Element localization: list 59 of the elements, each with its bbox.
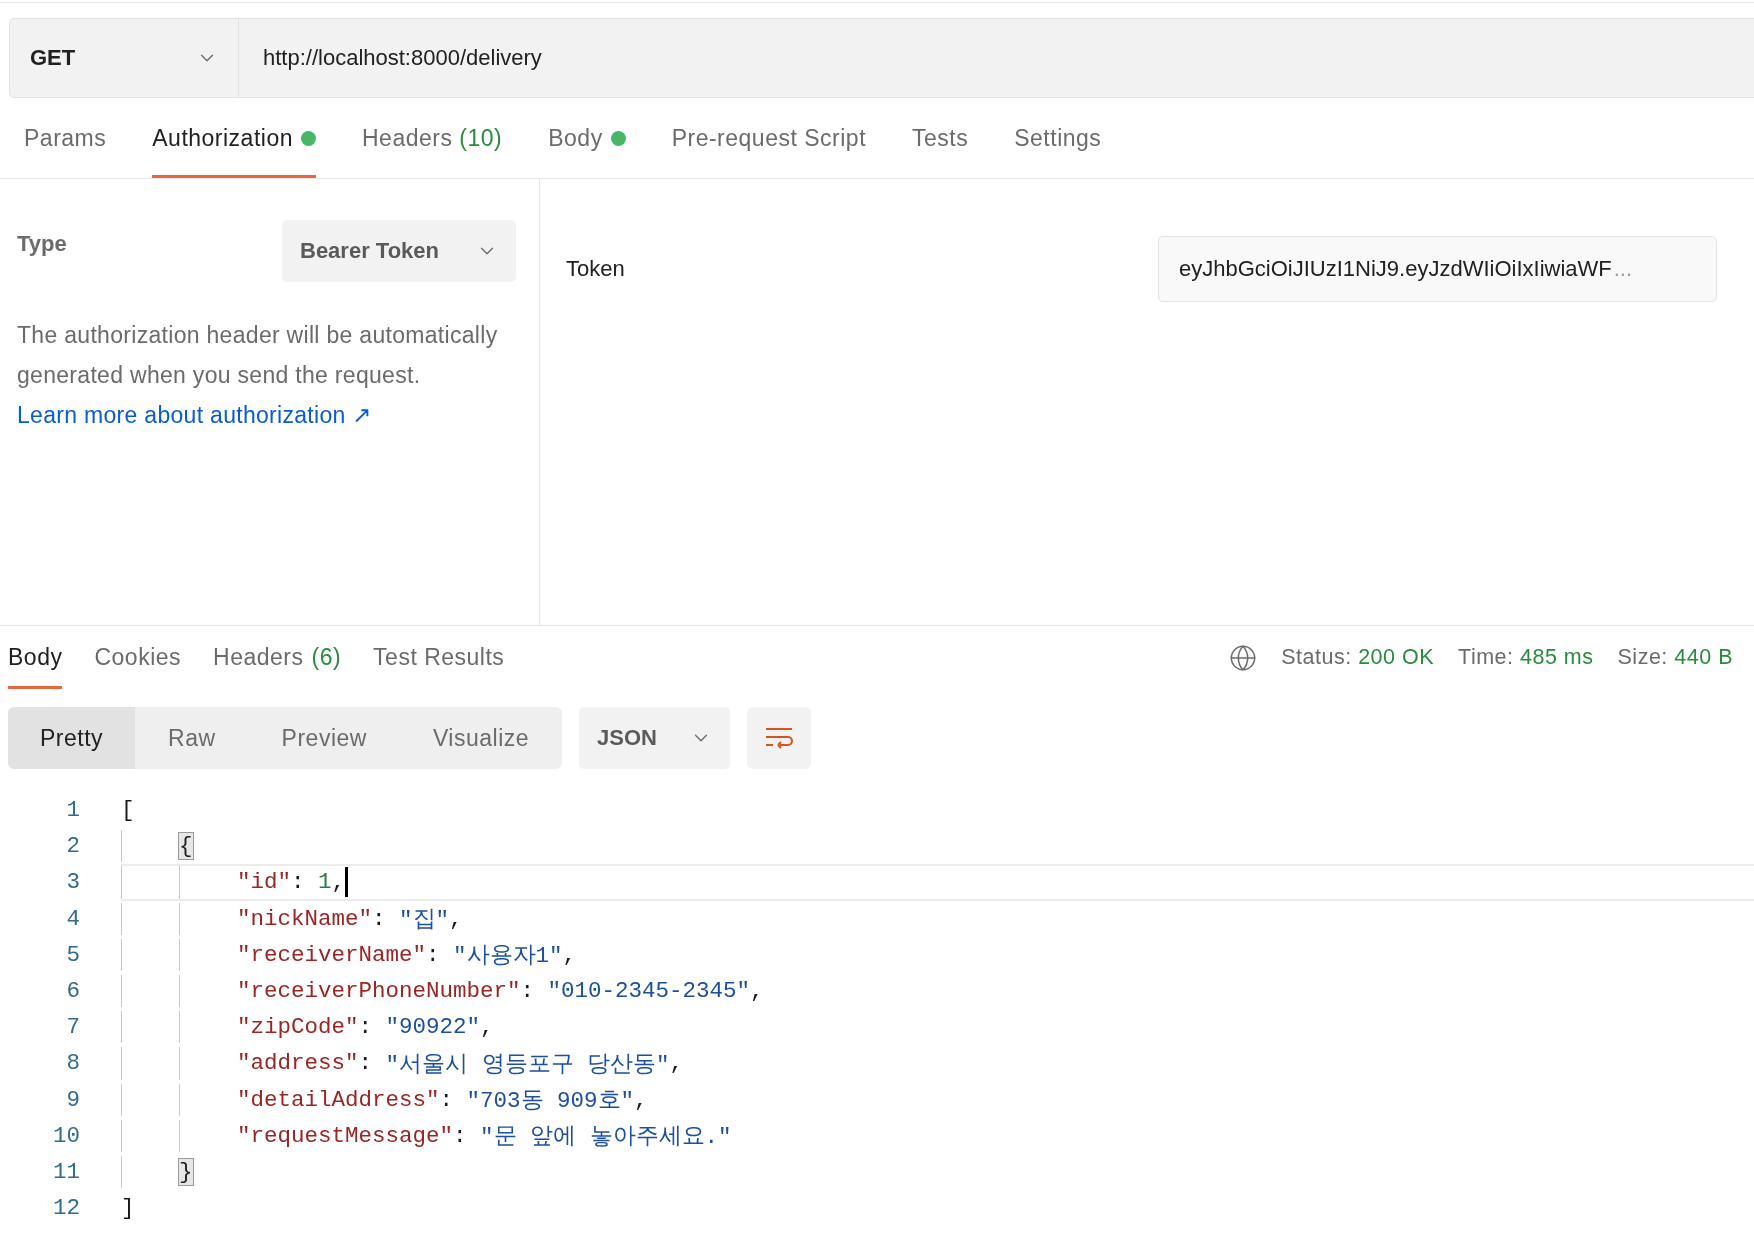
line-number: 2 xyxy=(65,832,80,862)
line-number: 6 xyxy=(65,977,80,1007)
line-number: 4 xyxy=(65,904,80,934)
auth-type-dropdown[interactable]: Bearer Token xyxy=(282,220,516,282)
response-tab[interactable]: Cookies xyxy=(94,626,182,689)
line-number: 12 xyxy=(52,1194,80,1224)
code-line: "zipCode": "90922", xyxy=(237,1013,494,1043)
request-tab[interactable]: Pre-request Script xyxy=(671,98,867,178)
response-tab[interactable]: Headers (6) xyxy=(213,626,342,689)
code-line: "address": "서울시 영등포구 당산동", xyxy=(237,1049,684,1080)
token-field[interactable]: eyJhbGciOiJIUzI1NiJ9.eyJzdWIiOiIxIiwiaWF... xyxy=(1158,236,1717,302)
tab-label: Settings xyxy=(1014,124,1102,152)
code-line: "nickName": "집", xyxy=(237,904,463,935)
code-line: "receiverPhoneNumber": "010-2345-2345", xyxy=(237,977,764,1007)
view-mode-option[interactable]: Pretty xyxy=(8,707,136,769)
line-number: 3 xyxy=(65,868,80,898)
learn-more-link[interactable]: Learn more about authorization ↗ xyxy=(17,402,372,428)
line-number: 11 xyxy=(52,1157,80,1187)
tab-label: Tests xyxy=(912,124,969,152)
code-line: "id": 1, xyxy=(237,866,349,899)
size-text: Size: 440 B xyxy=(1617,645,1733,670)
request-tab[interactable]: Headers (10) xyxy=(362,98,503,178)
type-label: Type xyxy=(17,230,67,257)
code-line: "receiverName": "사용자1", xyxy=(237,940,577,971)
line-number: 9 xyxy=(65,1085,80,1115)
line-number: 7 xyxy=(65,1013,80,1043)
tab-label: Pre-request Script xyxy=(671,124,867,152)
format-dropdown[interactable]: JSON xyxy=(579,707,731,769)
auth-description: The authorization header will be automatically generated when you send the request. Learn more about authorization ↗ xyxy=(17,321,499,430)
tab-label: Body xyxy=(548,124,603,152)
code-line: "requestMessage": "문 앞에 놓아주세요." xyxy=(237,1121,732,1152)
token-label: Token xyxy=(566,256,625,282)
request-tab[interactable]: Settings xyxy=(1014,98,1102,178)
request-tab[interactable]: Tests xyxy=(912,98,969,178)
request-tab[interactable]: Authorization xyxy=(152,98,316,178)
view-mode-option[interactable]: Raw xyxy=(135,707,249,769)
globe-icon[interactable] xyxy=(1229,643,1258,672)
code-line: [ xyxy=(121,796,135,826)
line-number: 10 xyxy=(52,1121,80,1151)
line-number: 1 xyxy=(65,796,80,826)
url-field[interactable]: http://localhost:8000/delivery xyxy=(239,19,542,97)
line-number: 8 xyxy=(65,1049,80,1079)
time-text: Time: 485 ms xyxy=(1458,645,1594,670)
view-mode-option[interactable]: Visualize xyxy=(399,707,563,769)
status-text: Status: 200 OK xyxy=(1281,645,1435,670)
code-line: "detailAddress": "703동 909호", xyxy=(237,1085,648,1116)
code-line: ] xyxy=(121,1194,135,1224)
wrap-lines-icon xyxy=(764,726,795,750)
tab-label: Authorization xyxy=(152,124,293,152)
request-tab[interactable]: Body xyxy=(548,98,626,178)
line-number: 5 xyxy=(65,940,80,970)
response-tab[interactable]: Body xyxy=(8,626,63,689)
wrap-lines-button[interactable] xyxy=(747,707,812,769)
tab-label: Params xyxy=(24,124,107,152)
tab-label: Headers (10) xyxy=(362,124,503,152)
view-mode-option[interactable]: Preview xyxy=(248,707,400,769)
request-tab[interactable]: Params xyxy=(24,98,107,178)
method-dropdown[interactable]: GET xyxy=(10,19,239,97)
response-tab[interactable]: Test Results xyxy=(373,626,505,689)
